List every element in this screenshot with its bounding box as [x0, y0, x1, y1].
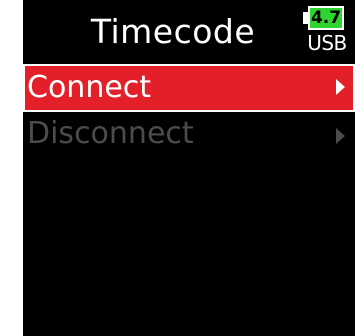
header-bar: Timecode 4.7 USB: [23, 0, 355, 64]
power-status: 4.7 USB: [303, 4, 355, 60]
menu-item-connect[interactable]: Connect: [23, 64, 355, 112]
menu-list: Connect Disconnect: [23, 64, 355, 160]
chevron-right-icon: [336, 128, 345, 144]
battery-level: 4.7: [310, 8, 342, 28]
menu-item-disconnect[interactable]: Disconnect: [23, 112, 355, 160]
battery-icon: 4.7: [308, 6, 344, 30]
menu-item-label: Connect: [27, 70, 152, 105]
page-title: Timecode: [90, 12, 256, 51]
chevron-right-icon: [336, 79, 345, 95]
menu-item-label: Disconnect: [27, 116, 194, 151]
power-source-label: USB: [307, 31, 347, 55]
device-screen: Timecode 4.7 USB Connect Disconnect: [23, 0, 355, 336]
